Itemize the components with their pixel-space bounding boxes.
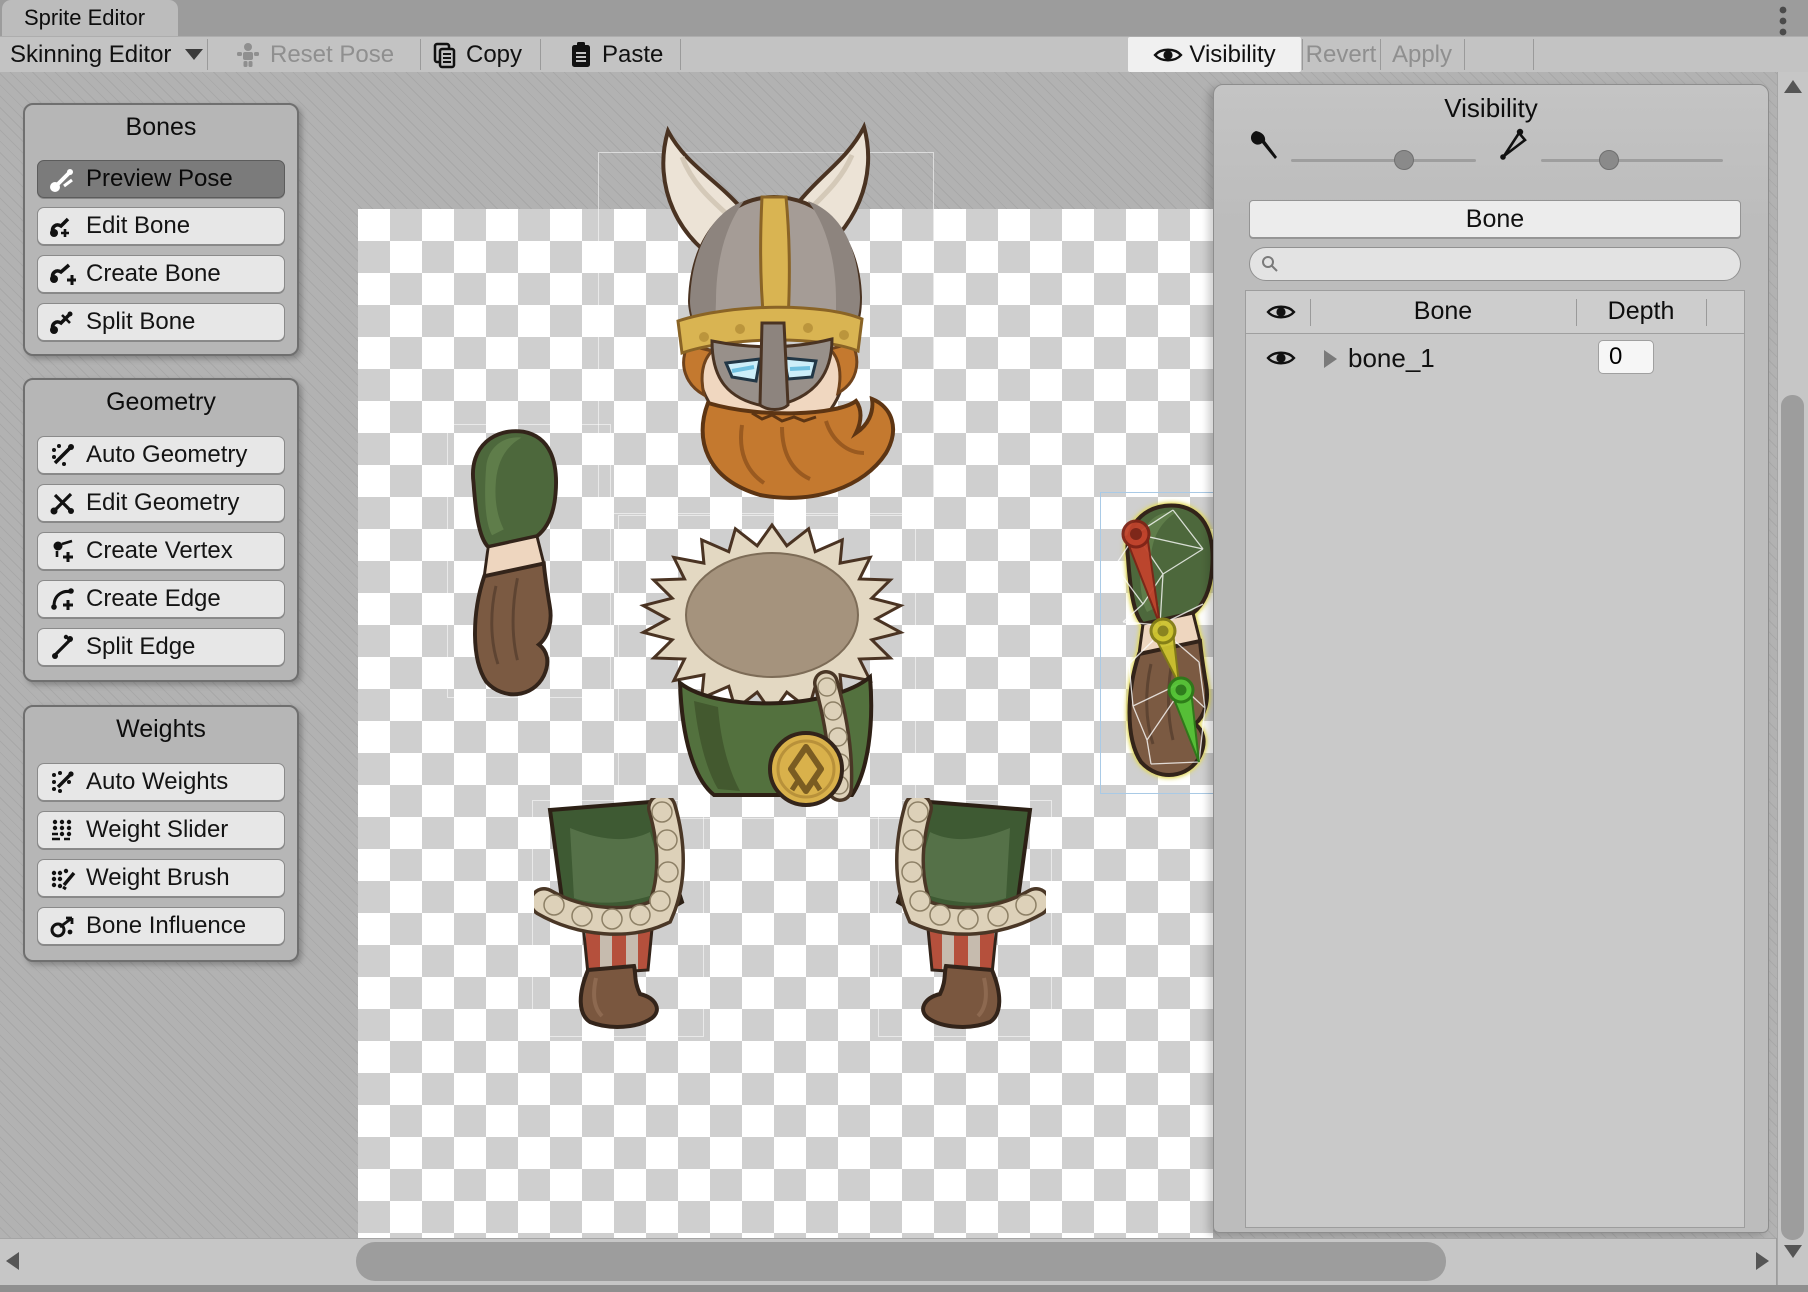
geometry-panel: Geometry Auto Geometry Edit Geometry Cre…: [23, 378, 299, 682]
vertical-scrollbar-thumb[interactable]: [1781, 395, 1804, 1240]
create-edge-icon: [48, 584, 78, 614]
toolbar: Skinning Editor Reset Pose Copy Paste: [0, 36, 1808, 72]
depth-input[interactable]: [1598, 340, 1654, 374]
toolbar-separator: [207, 39, 208, 70]
sprite-left-leg[interactable]: [534, 798, 704, 1035]
auto-weights-icon: [48, 767, 78, 797]
bones-panel-title: Bones: [25, 105, 297, 142]
bone-name[interactable]: bone_1: [1348, 343, 1435, 374]
tab-title: Sprite Editor: [24, 5, 145, 31]
preview-pose-button[interactable]: Preview Pose: [37, 160, 285, 198]
preview-pose-icon: [48, 164, 78, 194]
sprite-left-arm[interactable]: [449, 420, 581, 708]
chevron-down-icon: [185, 49, 203, 60]
skinning-editor-dropdown[interactable]: Skinning Editor: [10, 37, 203, 72]
paste-clipboard-icon: [568, 41, 594, 69]
edit-bone-button[interactable]: Edit Bone: [37, 207, 285, 245]
bone-row[interactable]: bone_1: [1246, 335, 1744, 383]
split-bone-button[interactable]: Split Bone: [37, 303, 285, 341]
create-bone-button[interactable]: Create Bone: [37, 255, 285, 293]
reset-pose-button[interactable]: Reset Pose: [234, 37, 394, 72]
auto-weights-button[interactable]: Auto Weights: [37, 763, 285, 801]
scroll-up-arrow[interactable]: [1784, 80, 1802, 93]
split-edge-icon: [48, 632, 78, 662]
create-edge-button[interactable]: Create Edge: [37, 580, 285, 618]
edit-geometry-icon: [48, 488, 78, 518]
create-vertex-button[interactable]: Create Vertex: [37, 532, 285, 570]
bone-table-header: Bone Depth: [1246, 291, 1744, 334]
bones-panel: Bones Preview Pose Edit Bone Create Bone…: [23, 103, 299, 356]
geometry-panel-title: Geometry: [25, 380, 297, 417]
scroll-down-arrow[interactable]: [1784, 1245, 1802, 1258]
visibility-column-eye-icon[interactable]: [1266, 302, 1296, 322]
split-edge-button[interactable]: Split Edge: [37, 628, 285, 666]
paste-button[interactable]: Paste: [568, 37, 663, 72]
apply-label: Apply: [1392, 41, 1452, 69]
visibility-panel-title: Visibility: [1214, 93, 1768, 124]
mesh-opacity-knob[interactable]: [1599, 150, 1619, 170]
toolbar-separator: [420, 39, 421, 70]
revert-button[interactable]: Revert: [1302, 37, 1380, 72]
revert-label: Revert: [1306, 41, 1377, 69]
copy-label: Copy: [466, 41, 522, 69]
split-bone-icon: [48, 307, 78, 337]
edit-bone-icon: [48, 211, 78, 241]
visibility-panel: Visibility Bone Bone Depth: [1213, 84, 1769, 1233]
weight-slider-button[interactable]: Weight Slider: [37, 811, 285, 849]
tab-sprite-editor[interactable]: Sprite Editor: [2, 0, 178, 36]
paste-label: Paste: [602, 41, 663, 69]
copy-button[interactable]: Copy: [432, 37, 522, 72]
header-depth[interactable]: Depth: [1576, 297, 1706, 326]
sprite-torso[interactable]: [620, 515, 916, 815]
search-field[interactable]: [1249, 247, 1741, 281]
bone-opacity-track[interactable]: [1291, 159, 1476, 162]
toolbar-separator: [540, 39, 541, 70]
skinning-editor-label: Skinning Editor: [10, 41, 171, 69]
toolbar-separator: [1533, 39, 1534, 70]
toolbar-separator: [680, 39, 681, 70]
bone-filled-icon: [1247, 127, 1283, 163]
visibility-toggle-button[interactable]: Visibility: [1128, 37, 1301, 72]
scroll-left-arrow[interactable]: [6, 1252, 19, 1270]
weight-brush-button[interactable]: Weight Brush: [37, 859, 285, 897]
horizontal-scrollbar-thumb[interactable]: [356, 1242, 1446, 1281]
weights-panel-title: Weights: [25, 707, 297, 744]
scroll-right-arrow[interactable]: [1756, 1252, 1769, 1270]
create-vertex-icon: [48, 536, 78, 566]
search-input[interactable]: [1286, 250, 1730, 278]
create-bone-icon: [48, 259, 78, 289]
sprite-right-leg[interactable]: [876, 798, 1046, 1035]
auto-geometry-icon: [48, 440, 78, 470]
window-bottom-edge: [0, 1285, 1808, 1292]
edit-geometry-button[interactable]: Edit Geometry: [37, 484, 285, 522]
reset-pose-label: Reset Pose: [270, 41, 394, 69]
search-icon: [1260, 254, 1280, 274]
apply-button[interactable]: Apply: [1380, 37, 1464, 72]
toolbar-separator: [1464, 39, 1465, 70]
bone-influence-icon: [48, 911, 78, 941]
weight-brush-icon: [48, 863, 78, 893]
weights-panel: Weights Auto Weights Weight Slider Weigh…: [23, 705, 299, 962]
expander-triangle-icon[interactable]: [1324, 350, 1337, 368]
mesh-opacity-track[interactable]: [1541, 159, 1723, 162]
bone-influence-button[interactable]: Bone Influence: [37, 907, 285, 945]
bone-opacity-knob[interactable]: [1394, 150, 1414, 170]
auto-geometry-button[interactable]: Auto Geometry: [37, 436, 285, 474]
sprite-viking-head[interactable]: [612, 115, 904, 515]
copy-clipboard-icon: [432, 41, 458, 69]
kebab-menu-icon[interactable]: [1774, 6, 1792, 36]
bone-tab-button[interactable]: Bone: [1249, 200, 1741, 238]
bone-outline-icon: [1496, 127, 1532, 163]
bone-table: Bone Depth bone_1: [1245, 290, 1745, 1228]
window-tab-strip: Sprite Editor: [0, 0, 1808, 36]
bone-visibility-eye-icon[interactable]: [1266, 348, 1296, 368]
mannequin-icon: [234, 41, 262, 69]
eye-icon: [1153, 45, 1183, 65]
weight-slider-icon: [48, 815, 78, 845]
header-bone[interactable]: Bone: [1310, 297, 1576, 326]
visibility-label: Visibility: [1189, 41, 1275, 69]
